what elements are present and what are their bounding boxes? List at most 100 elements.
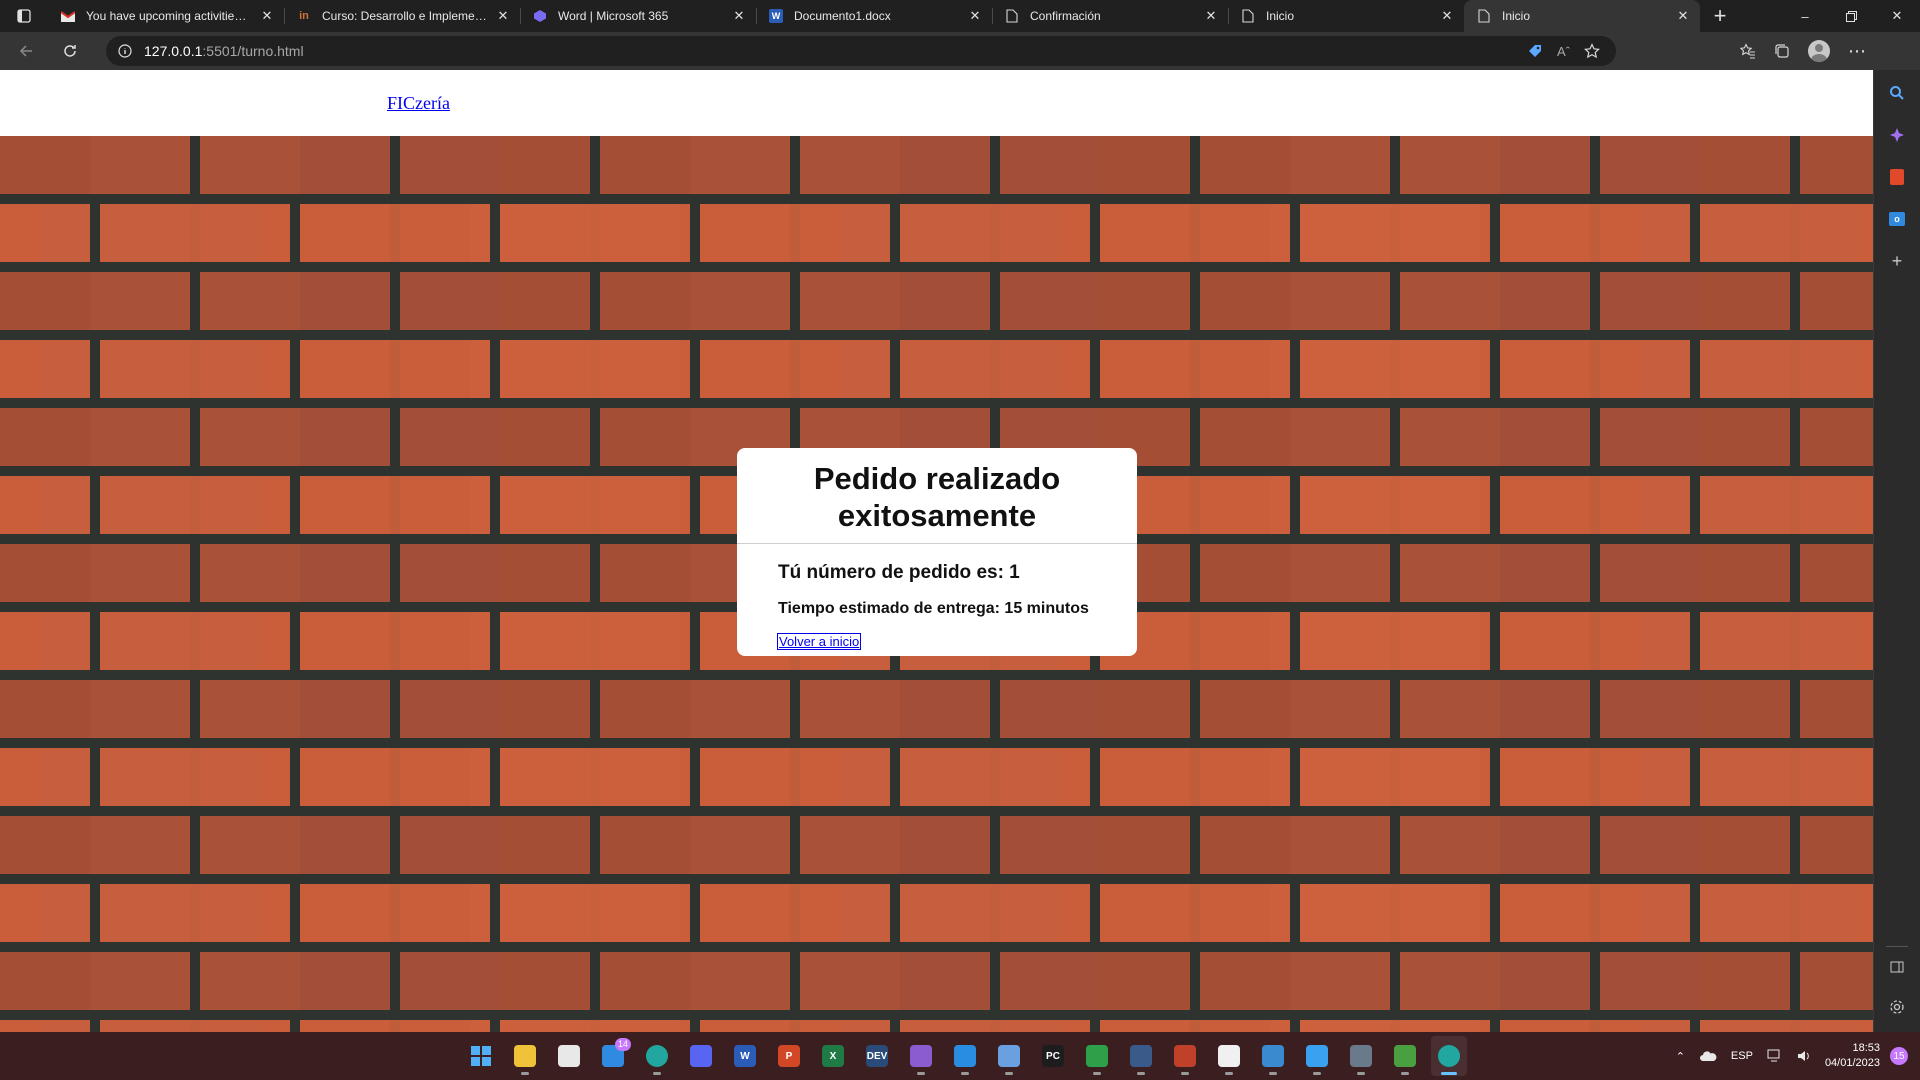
browser-tab[interactable]: Inicio ✕ bbox=[1464, 0, 1700, 32]
word-icon: W bbox=[768, 8, 784, 24]
taskbar-app-box[interactable] bbox=[991, 1036, 1027, 1076]
more-options-icon[interactable]: ⋯ bbox=[1848, 41, 1867, 62]
running-indicator bbox=[1093, 1072, 1101, 1075]
close-window-button[interactable]: ✕ bbox=[1874, 0, 1920, 32]
tab-close-icon[interactable]: ✕ bbox=[1674, 7, 1692, 25]
tab-close-icon[interactable]: ✕ bbox=[730, 7, 748, 25]
onedrive-icon[interactable] bbox=[1699, 1050, 1717, 1062]
taskbar-app-mail[interactable]: 14 bbox=[595, 1036, 631, 1076]
sparkle-icon bbox=[1890, 128, 1904, 142]
taskbar-app-calculator[interactable] bbox=[1343, 1036, 1379, 1076]
brand-link[interactable]: FICzería bbox=[387, 93, 450, 114]
taskbar-app-file-explorer[interactable] bbox=[507, 1036, 543, 1076]
refresh-button[interactable] bbox=[52, 35, 88, 67]
add-favorite-icon[interactable] bbox=[1584, 43, 1600, 59]
browser-tab[interactable]: W Documento1.docx ✕ bbox=[756, 0, 992, 32]
new-tab-button[interactable]: + bbox=[1700, 0, 1740, 32]
running-indicator bbox=[1269, 1072, 1277, 1075]
volume-icon[interactable] bbox=[1797, 1049, 1811, 1063]
collections-icon[interactable] bbox=[1774, 43, 1790, 59]
powerpoint-icon: P bbox=[778, 1045, 800, 1067]
tab-close-icon[interactable]: ✕ bbox=[1438, 7, 1456, 25]
taskbar-app-discord[interactable] bbox=[683, 1036, 719, 1076]
wireshark-icon bbox=[1130, 1045, 1152, 1067]
running-indicator bbox=[1005, 1072, 1013, 1075]
tab-actions-button[interactable] bbox=[0, 0, 48, 32]
browser-tab[interactable]: Confirmación ✕ bbox=[992, 0, 1228, 32]
chevron-up-icon[interactable]: ⌃ bbox=[1676, 1050, 1685, 1063]
taskbar-app-word[interactable]: W bbox=[727, 1036, 763, 1076]
notification-badge[interactable]: 15 bbox=[1890, 1047, 1908, 1065]
card-divider bbox=[737, 543, 1137, 544]
calculator-icon bbox=[1350, 1045, 1372, 1067]
browser-tab[interactable]: Word | Microsoft 365 ✕ bbox=[520, 0, 756, 32]
sidebar-discover-button[interactable] bbox=[1886, 124, 1908, 146]
sidebar-outlook-button[interactable]: o bbox=[1886, 208, 1908, 230]
tab-close-icon[interactable]: ✕ bbox=[1202, 7, 1220, 25]
gear-icon bbox=[1890, 1000, 1904, 1014]
running-indicator bbox=[1225, 1072, 1233, 1075]
taskbar-app-globe[interactable] bbox=[1255, 1036, 1291, 1076]
network-icon[interactable] bbox=[1767, 1049, 1783, 1063]
browser-tab[interactable]: Inicio ✕ bbox=[1228, 0, 1464, 32]
taskbar-app-app[interactable] bbox=[1211, 1036, 1247, 1076]
tab-close-icon[interactable]: ✕ bbox=[966, 7, 984, 25]
confirmation-card: Pedido realizado exitosamente Tú número … bbox=[737, 448, 1137, 656]
taskbar-app-vscode[interactable] bbox=[947, 1036, 983, 1076]
delivery-time-text: Tiempo estimado de entrega: 15 minutos bbox=[778, 600, 1089, 617]
address-field[interactable]: 127.0.0.1:5501/turno.html Aˆ bbox=[106, 36, 1616, 66]
sidebar-search-button[interactable] bbox=[1886, 82, 1908, 104]
mail-badge: 14 bbox=[614, 1038, 631, 1051]
outlook-icon: o bbox=[1889, 212, 1905, 226]
tab-close-icon[interactable]: ✕ bbox=[494, 7, 512, 25]
address-toolbar: 127.0.0.1:5501/turno.html Aˆ ⋯ bbox=[0, 32, 1920, 70]
vscode-icon bbox=[954, 1045, 976, 1067]
taskbar-app-powerpoint[interactable]: P bbox=[771, 1036, 807, 1076]
sidebar-office-button[interactable] bbox=[1886, 166, 1908, 188]
sidebar-settings-button[interactable] bbox=[1886, 996, 1908, 1018]
taskbar-app-notepad[interactable] bbox=[1299, 1036, 1335, 1076]
tab-close-icon[interactable]: ✕ bbox=[258, 7, 276, 25]
course-icon: in bbox=[299, 10, 309, 22]
sidebar-add-button[interactable]: + bbox=[1886, 250, 1908, 272]
taskbar-app-wireshark[interactable] bbox=[1123, 1036, 1159, 1076]
running-indicator bbox=[1313, 1072, 1321, 1075]
language-indicator[interactable]: ESP bbox=[1731, 1050, 1753, 1062]
sidebar-hide-button[interactable] bbox=[1886, 956, 1908, 978]
info-icon bbox=[118, 44, 132, 58]
site-header: FICzería bbox=[0, 70, 1873, 136]
gmail-icon bbox=[60, 8, 76, 24]
restore-button[interactable] bbox=[1828, 0, 1874, 32]
browser-tab[interactable]: You have upcoming activities du ✕ bbox=[48, 0, 284, 32]
clock[interactable]: 18:53 04/01/2023 bbox=[1825, 1041, 1880, 1071]
url-path: :5501/turno.html bbox=[202, 43, 304, 59]
taskbar-app-store[interactable] bbox=[551, 1036, 587, 1076]
taskbar-app-minecraft[interactable] bbox=[1387, 1036, 1423, 1076]
taskbar-app-tool[interactable] bbox=[1079, 1036, 1115, 1076]
read-aloud-icon[interactable]: Aˆ bbox=[1557, 44, 1570, 59]
taskbar-app-edge[interactable] bbox=[639, 1036, 675, 1076]
browser-tab[interactable]: in Curso: Desarrollo e Implementac ✕ bbox=[284, 0, 520, 32]
edge-active-icon bbox=[1438, 1045, 1460, 1067]
edge-sidebar: o + bbox=[1873, 70, 1920, 1032]
back-button[interactable] bbox=[8, 35, 44, 67]
file-explorer-icon bbox=[514, 1045, 536, 1067]
shopping-tag-icon[interactable] bbox=[1527, 43, 1543, 59]
plus-icon: + bbox=[1891, 250, 1903, 271]
back-arrow-icon bbox=[19, 45, 32, 57]
profile-avatar[interactable] bbox=[1808, 40, 1830, 62]
taskbar-app-excel[interactable]: X bbox=[815, 1036, 851, 1076]
taskbar-app-start-button[interactable] bbox=[463, 1036, 499, 1076]
taskbar-app-edge-active[interactable] bbox=[1431, 1036, 1467, 1076]
taskbar-app-dev[interactable]: DEV bbox=[859, 1036, 895, 1076]
running-indicator bbox=[1137, 1072, 1145, 1075]
back-home-link[interactable]: Volver a inicio bbox=[776, 633, 862, 650]
close-icon: ✕ bbox=[1891, 8, 1903, 23]
card-title: Pedido realizado exitosamente bbox=[813, 461, 1061, 533]
taskbar-app-visual-studio[interactable] bbox=[903, 1036, 939, 1076]
taskbar-app-git[interactable] bbox=[1167, 1036, 1203, 1076]
minimize-button[interactable]: – bbox=[1782, 0, 1828, 32]
tab-title: Curso: Desarrollo e Implementac bbox=[322, 9, 488, 23]
favorites-icon[interactable] bbox=[1740, 43, 1756, 59]
taskbar-app-pycharm[interactable]: PC bbox=[1035, 1036, 1071, 1076]
